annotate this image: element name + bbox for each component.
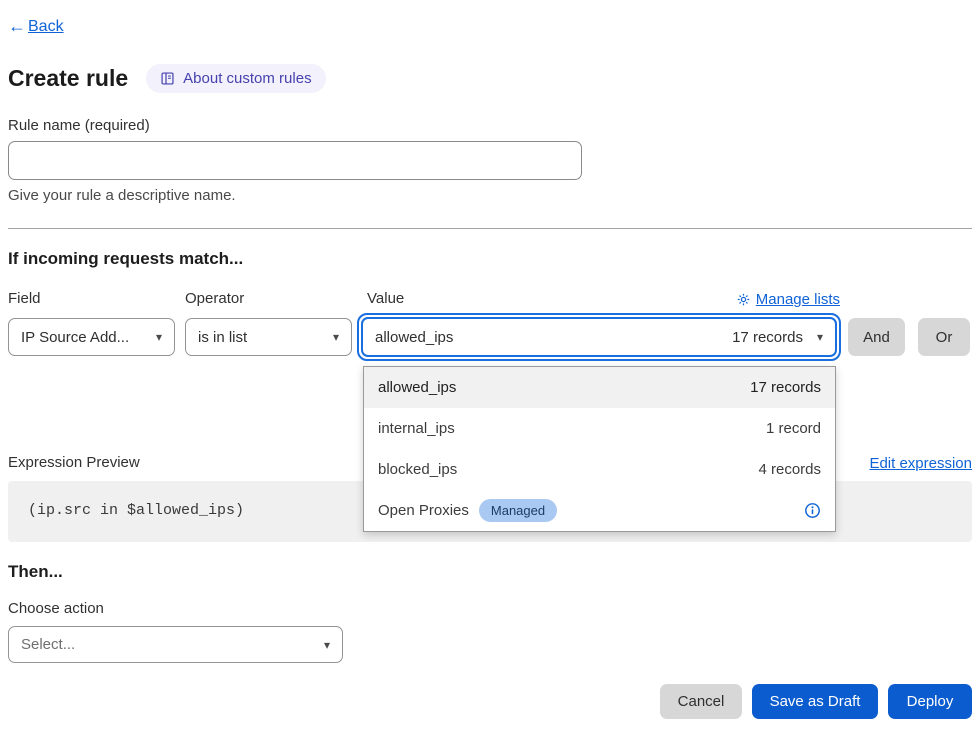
option-name: allowed_ips: [378, 379, 456, 396]
list-option-internal-ips[interactable]: internal_ips 1 record: [364, 408, 835, 449]
operator-select-value: is in list: [198, 329, 247, 346]
page-title: Create rule: [8, 65, 128, 92]
chevron-down-icon: ▾: [817, 331, 823, 343]
rule-name-helper: Give your rule a descriptive name.: [8, 187, 236, 204]
option-record-count: 1 record: [766, 420, 821, 437]
about-custom-rules-link[interactable]: About custom rules: [146, 64, 325, 93]
chevron-down-icon: ▾: [156, 331, 162, 343]
arrow-left-icon: ←: [8, 16, 26, 37]
value-select-meta: 17 records: [732, 329, 803, 346]
option-name: internal_ips: [378, 420, 455, 437]
value-select-focus-ring: allowed_ips 17 records ▾: [357, 313, 841, 361]
cancel-button[interactable]: Cancel: [660, 684, 742, 719]
field-select-value: IP Source Add...: [21, 329, 129, 346]
expression-preview-label: Expression Preview: [8, 454, 140, 471]
option-name: blocked_ips: [378, 461, 457, 478]
section-divider: [8, 228, 972, 229]
back-link[interactable]: ← Back: [8, 16, 64, 37]
option-record-count: 17 records: [750, 379, 821, 396]
expression-code: (ip.src in $allowed_ips): [28, 502, 244, 519]
option-record-count: 4 records: [758, 461, 821, 478]
create-rule-page: ← Back Create rule About custom rules Ru…: [0, 0, 979, 739]
rule-name-input[interactable]: [8, 141, 582, 180]
about-badge-label: About custom rules: [183, 70, 311, 87]
edit-expression-link[interactable]: Edit expression: [869, 455, 972, 472]
action-select[interactable]: Select... ▾: [8, 626, 343, 663]
value-select[interactable]: allowed_ips 17 records ▾: [361, 317, 837, 357]
then-section-heading: Then...: [8, 562, 63, 582]
manage-lists-link[interactable]: Manage lists: [737, 291, 840, 308]
list-option-blocked-ips[interactable]: blocked_ips 4 records: [364, 449, 835, 490]
info-icon[interactable]: [804, 502, 821, 519]
back-label: Back: [28, 18, 64, 36]
choose-action-label: Choose action: [8, 600, 104, 617]
value-dropdown-listbox: allowed_ips 17 records internal_ips 1 re…: [363, 366, 836, 532]
title-row: Create rule About custom rules: [8, 64, 326, 93]
or-button[interactable]: Or: [918, 318, 970, 356]
gear-icon: [737, 293, 750, 306]
managed-badge: Managed: [479, 499, 557, 522]
value-select-value: allowed_ips: [375, 329, 453, 346]
operator-select[interactable]: is in list ▾: [185, 318, 352, 356]
rule-name-label: Rule name (required): [8, 117, 150, 134]
operator-label: Operator: [185, 290, 244, 307]
save-as-draft-button[interactable]: Save as Draft: [752, 684, 878, 719]
deploy-button[interactable]: Deploy: [888, 684, 972, 719]
chevron-down-icon: ▾: [324, 639, 330, 651]
edit-expression-label: Edit expression: [869, 455, 972, 472]
list-option-allowed-ips[interactable]: allowed_ips 17 records: [364, 367, 835, 408]
field-label: Field: [8, 290, 41, 307]
action-select-placeholder: Select...: [21, 636, 75, 653]
chevron-down-icon: ▾: [333, 331, 339, 343]
option-name: Open Proxies: [378, 502, 469, 519]
book-icon: [160, 71, 175, 86]
value-label: Value: [367, 290, 404, 307]
manage-lists-label: Manage lists: [756, 291, 840, 308]
list-option-open-proxies[interactable]: Open Proxies Managed: [364, 490, 835, 531]
and-button[interactable]: And: [848, 318, 905, 356]
match-section-heading: If incoming requests match...: [8, 249, 243, 269]
field-select[interactable]: IP Source Add... ▾: [8, 318, 175, 356]
